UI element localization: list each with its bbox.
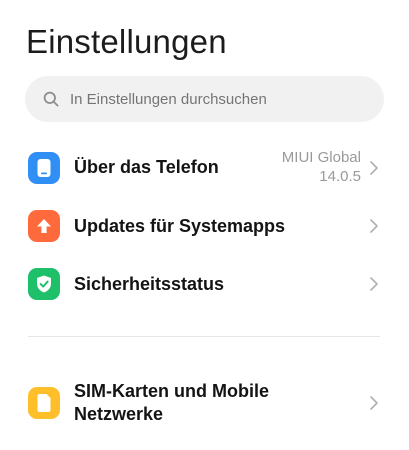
chevron-right-icon bbox=[369, 218, 379, 234]
settings-item-security-status[interactable]: Sicherheitsstatus bbox=[0, 260, 409, 308]
settings-item-label: Updates für Systemapps bbox=[74, 216, 286, 236]
settings-item-sim-cards-mobile-networks[interactable]: SIM-Karten und Mobile Netzwerke bbox=[0, 376, 409, 430]
search-icon bbox=[42, 90, 60, 108]
settings-item-label: SIM-Karten und Mobile Netzwerke bbox=[74, 380, 269, 426]
settings-item-about-phone[interactable]: Über das Telefon MIUI Global 14.0.5 bbox=[0, 143, 409, 193]
settings-item-label-line1: SIM-Karten und Mobile bbox=[74, 381, 269, 401]
settings-item-value: MIUI Global 14.0.5 bbox=[282, 148, 361, 186]
section-divider bbox=[28, 336, 380, 337]
search-bar[interactable] bbox=[25, 76, 384, 122]
chevron-right-icon bbox=[369, 276, 379, 292]
arrow-up-icon bbox=[28, 210, 60, 242]
settings-item-label: Sicherheitsstatus bbox=[74, 274, 225, 294]
search-input[interactable] bbox=[70, 90, 370, 108]
settings-item-label: Über das Telefon bbox=[74, 157, 219, 177]
settings-item-system-app-updates[interactable]: Updates für Systemapps bbox=[0, 202, 409, 250]
shield-check-icon bbox=[28, 268, 60, 300]
chevron-right-icon bbox=[369, 395, 379, 411]
miui-version-name: MIUI Global bbox=[281, 149, 361, 166]
page-title: Einstellungen bbox=[26, 23, 227, 60]
settings-item-label-line2: Netzwerke bbox=[74, 404, 164, 424]
phone-icon bbox=[28, 152, 60, 184]
chevron-right-icon bbox=[369, 160, 379, 176]
miui-version-number: 14.0.5 bbox=[319, 168, 361, 185]
sim-card-icon bbox=[28, 387, 60, 419]
